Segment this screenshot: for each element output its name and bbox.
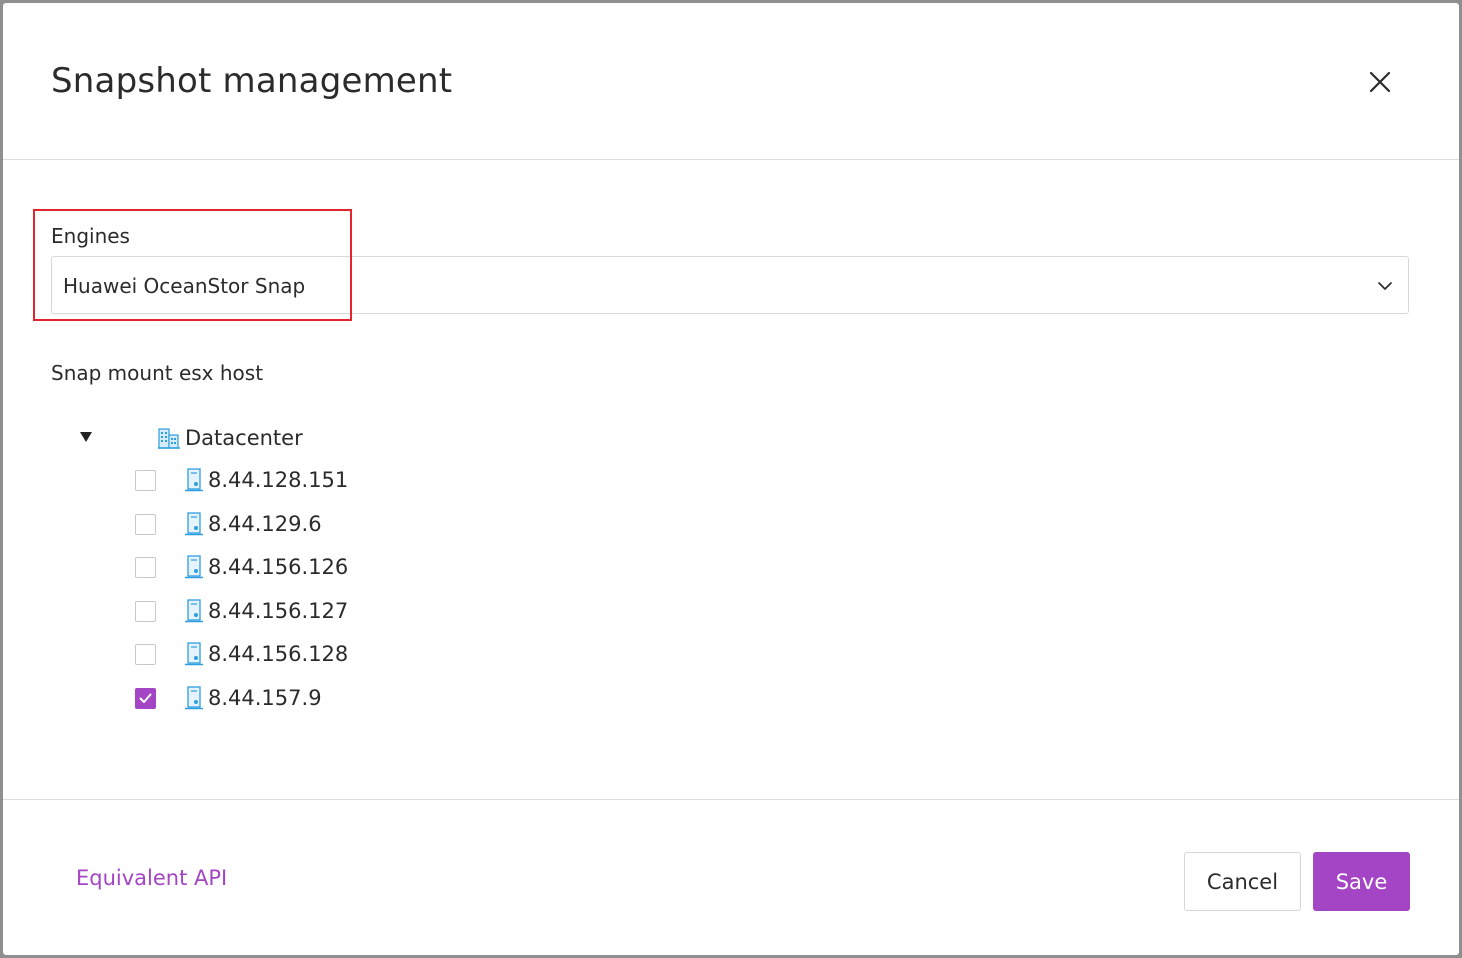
host-row: 8.44.156.127: [135, 594, 535, 638]
host-row: 8.44.156.126: [135, 550, 535, 594]
tree-node-datacenter: Datacenter: [79, 423, 479, 453]
host-label[interactable]: 8.44.157.9: [208, 684, 322, 712]
esx-host-icon: [185, 642, 203, 666]
cancel-button[interactable]: Cancel: [1184, 852, 1301, 911]
esx-host-icon: [185, 599, 203, 622]
esx-host-icon: [185, 555, 203, 579]
equivalent-api-link[interactable]: Equivalent API: [76, 864, 227, 892]
snap-mount-label: Snap mount esx host: [51, 361, 264, 385]
host-label[interactable]: 8.44.156.128: [208, 640, 348, 668]
host-checkbox[interactable]: [135, 557, 156, 579]
datacenter-label[interactable]: Datacenter: [185, 423, 303, 453]
engines-dropdown[interactable]: Huawei OceanStor Snap: [51, 256, 1409, 314]
caret-down-icon[interactable]: [79, 431, 93, 443]
datacenter-icon: [158, 428, 180, 449]
dialog-header: Snapshot management: [3, 3, 1459, 160]
host-label[interactable]: 8.44.156.127: [208, 597, 348, 625]
chevron-down-icon: [1378, 282, 1392, 290]
snapshot-management-dialog: Snapshot management Engines Huawei Ocean…: [3, 3, 1459, 955]
host-checkbox[interactable]: [135, 644, 156, 666]
host-checkbox[interactable]: [135, 470, 156, 491]
host-checkbox[interactable]: [135, 687, 156, 709]
esx-host-icon: [185, 468, 203, 492]
host-label[interactable]: 8.44.156.126: [208, 553, 348, 581]
close-button[interactable]: [1363, 65, 1397, 99]
host-checkbox[interactable]: [135, 600, 156, 622]
host-label[interactable]: 8.44.128.151: [208, 466, 348, 494]
esx-host-icon: [185, 686, 203, 710]
host-list: 8.44.128.151 8.44.129.6 8.44.156.126 8.44.1…: [135, 463, 535, 725]
dialog-title: Snapshot management: [51, 61, 453, 101]
host-row: 8.44.156.128: [135, 637, 535, 681]
host-label[interactable]: 8.44.129.6: [208, 510, 322, 538]
engines-label: Engines: [51, 224, 130, 248]
host-row: 8.44.157.9: [135, 681, 535, 725]
host-row: 8.44.129.6: [135, 507, 535, 551]
close-icon: [1369, 71, 1391, 93]
esx-host-icon: [185, 511, 203, 535]
host-checkbox[interactable]: [135, 513, 156, 535]
engines-selected-value: Huawei OceanStor Snap: [63, 274, 306, 298]
save-button[interactable]: Save: [1313, 852, 1410, 911]
dialog-footer: Equivalent API Cancel Save: [3, 799, 1459, 955]
host-row: 8.44.128.151: [135, 463, 535, 507]
check-icon: [139, 693, 152, 703]
